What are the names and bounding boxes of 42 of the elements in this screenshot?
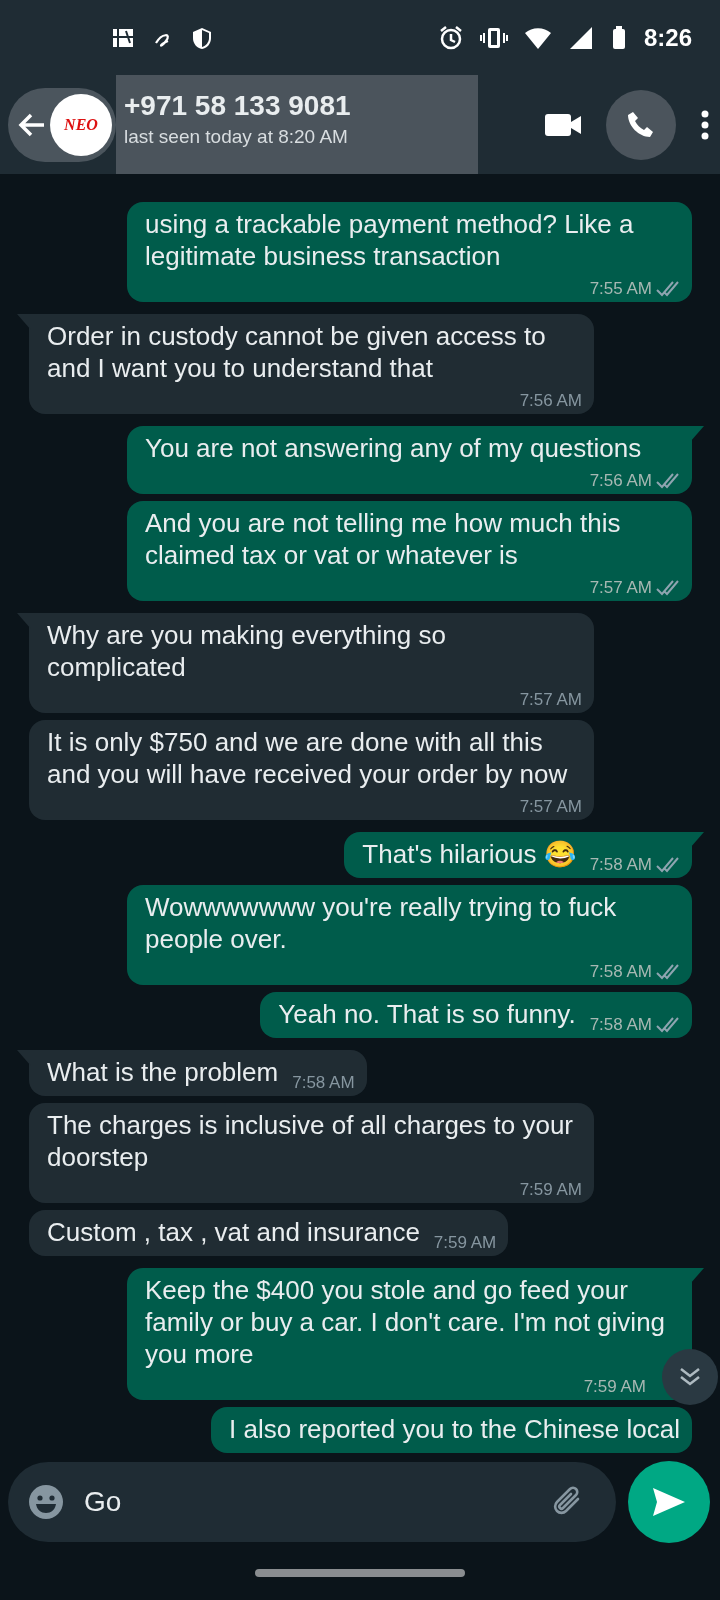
message-text: Wowwwwwww you're really trying to fuck people over.	[145, 891, 618, 955]
message-text: What is the problem	[47, 1056, 279, 1088]
message-time: 7:57 AM	[519, 796, 582, 818]
contact-title-selection[interactable]: +971 58 133 9081 last seen today at 8:20 AM	[116, 75, 478, 174]
message-text: And you are not telling me how much this claimed tax or vat or whatever is	[145, 507, 622, 571]
message-time: 7:56 AM	[519, 390, 582, 412]
message-time: 7:55 AM	[589, 278, 652, 300]
shield-icon	[190, 25, 214, 50]
message-time: 7:59 AM	[583, 1376, 646, 1398]
message-time: 7:59 AM	[433, 1232, 497, 1254]
emoji-icon[interactable]	[28, 1484, 64, 1520]
message-text: The charges is inclusive of all charges to your doorstep	[47, 1109, 575, 1173]
message-time: 7:58 AM	[292, 1072, 355, 1094]
send-icon	[651, 1486, 687, 1518]
status-time: 8:26	[643, 22, 692, 53]
message-text: It is only $750 and we are done with all this and you will have received your order by now	[47, 726, 569, 790]
contact-name[interactable]: +971 58 133 9081	[124, 89, 470, 123]
message-text: Order in custody cannot be given access to and I want you to understand that	[47, 320, 547, 384]
avatar-logo-text: NEO	[64, 114, 98, 135]
double-chevron-icon	[678, 1366, 702, 1388]
message-time: 7:58 AM	[589, 1014, 652, 1036]
message-input-field[interactable]: Go	[82, 1480, 534, 1524]
message-time: 7:58 AM	[589, 961, 652, 983]
message-text: You are not answering any of my questions	[145, 432, 642, 464]
message-time: 7:57 AM	[519, 689, 582, 711]
message-text: That's hilarious 😂	[362, 838, 576, 870]
message-text: I also reported you to the Chinese local	[229, 1413, 680, 1445]
home-indicator[interactable]	[255, 1568, 465, 1577]
more-options-icon[interactable]	[700, 108, 710, 141]
last-seen-text: last seen today at 8:20 AM	[124, 125, 349, 149]
message-time: 7:57 AM	[589, 577, 652, 599]
message-text: Custom , tax , vat and insurance	[47, 1216, 420, 1248]
message-time: 7:58 AM	[589, 854, 652, 876]
back-button[interactable]: NEO	[8, 87, 116, 162]
message-text: Keep the $400 you stole and go feed your family or buy a car. I don't care. I'm not giving you more	[145, 1274, 667, 1370]
message-composer[interactable]: Go	[8, 1462, 616, 1542]
message-text: Why are you making everything so complicated	[47, 619, 447, 683]
message-text: using a trackable payment method? Like a legitimate business transaction	[145, 208, 635, 272]
message-time: 7:56 AM	[589, 470, 652, 492]
message-text: Yeah no. That is so funny.	[278, 998, 576, 1030]
scroll-down-button[interactable]	[662, 1349, 718, 1405]
message-time: 7:59 AM	[519, 1179, 582, 1201]
